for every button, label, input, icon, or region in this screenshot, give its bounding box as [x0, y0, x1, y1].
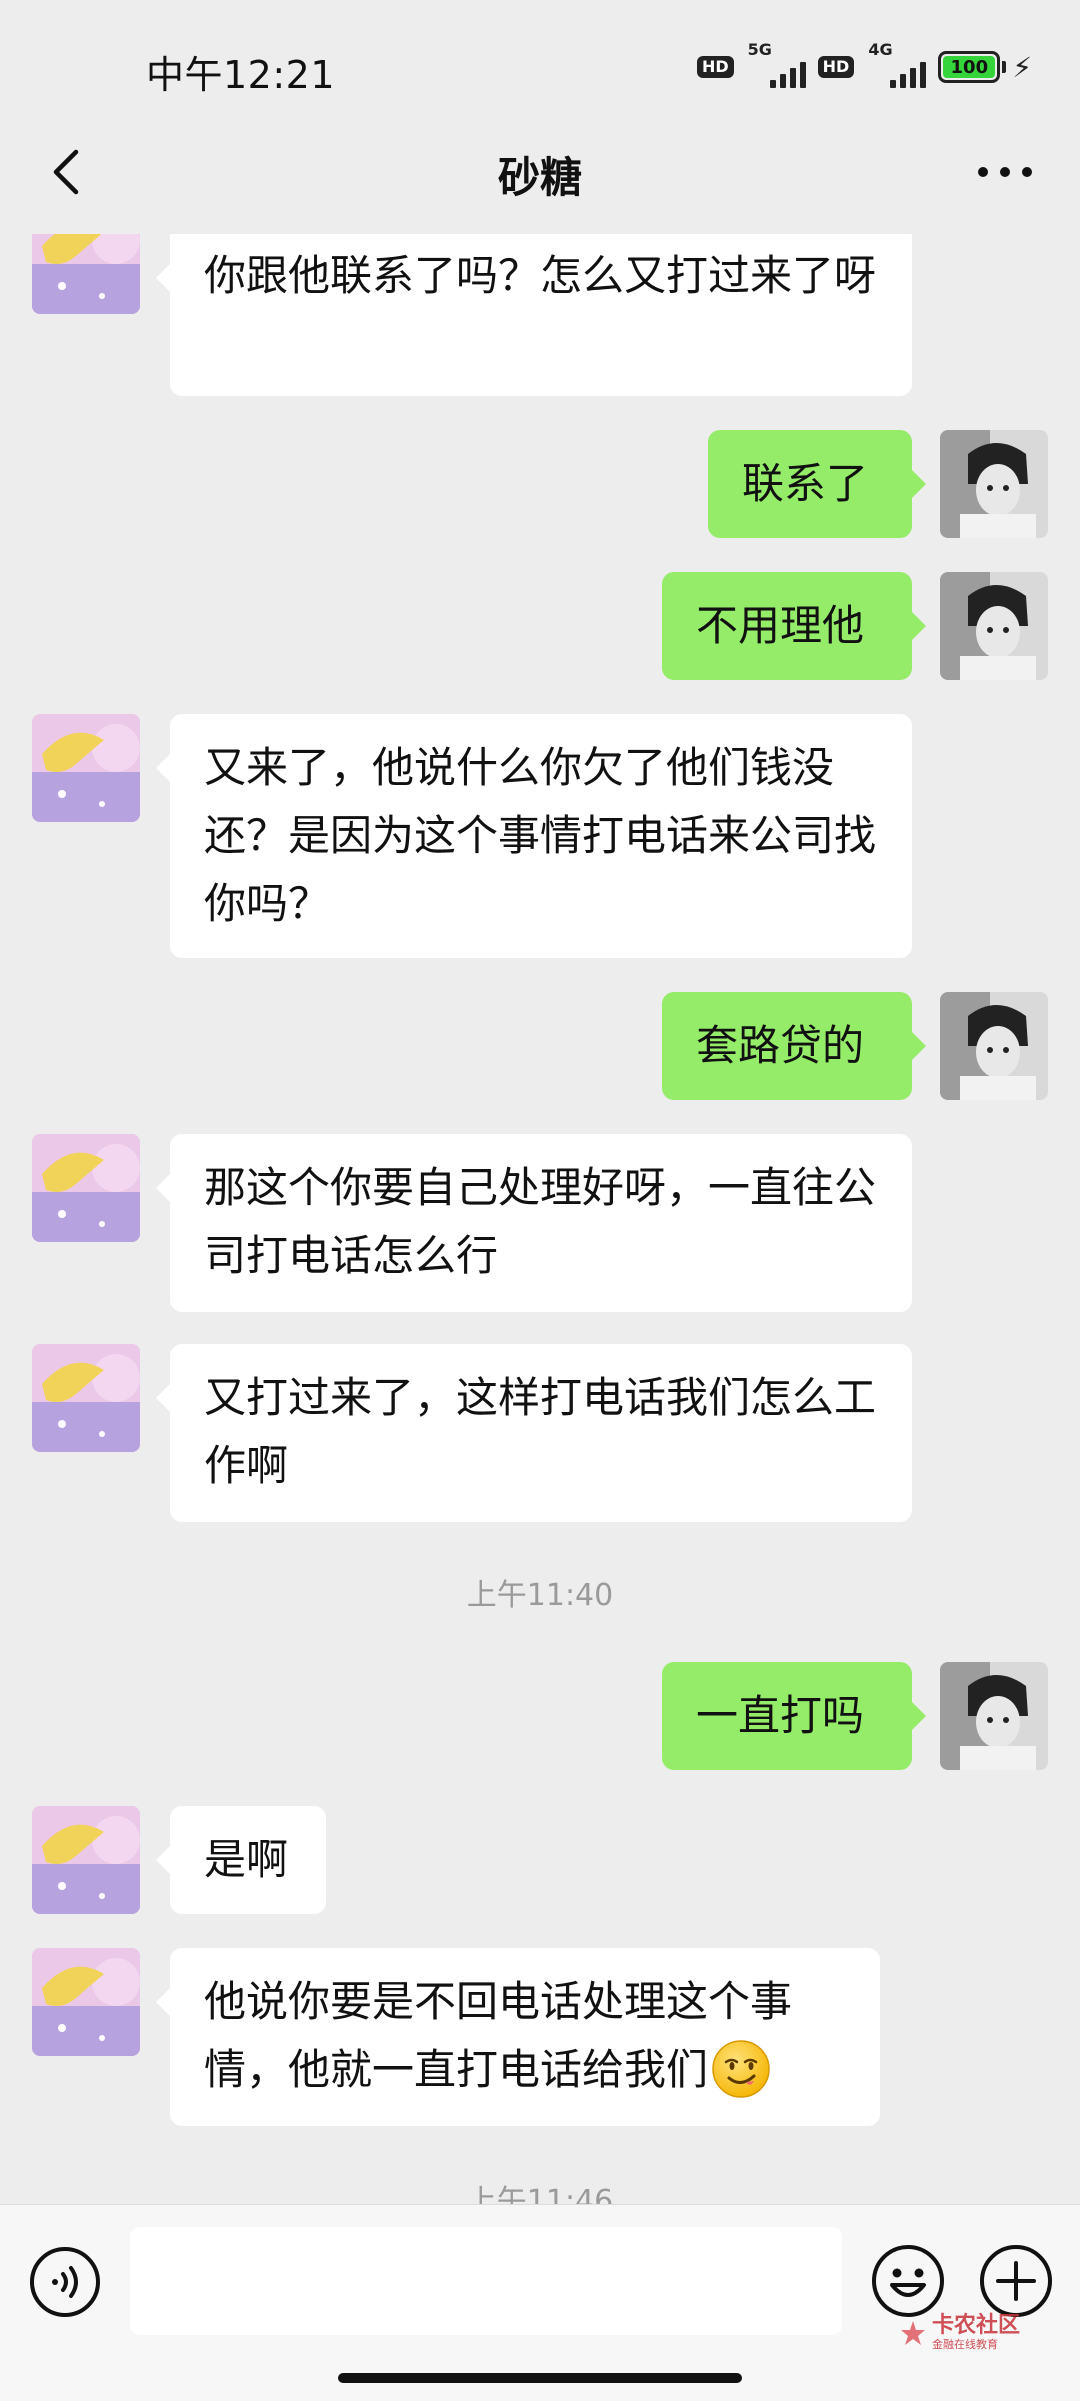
message-text: 套路贷的 — [696, 1021, 865, 1070]
network-5g-label: 5G — [747, 40, 772, 59]
message-bubble-contact[interactable]: 又来了，他说什么你欠了他们钱没还？是因为这个事情打电话来公司找你吗？ — [156, 714, 912, 958]
chat-header: 砂糖 — [0, 110, 1080, 234]
contact-avatar[interactable] — [32, 234, 140, 314]
message-text: 一直打吗 — [696, 1691, 865, 1740]
status-icons: HD 5G HD 4G 100 ⚡ — [696, 40, 1032, 88]
contact-avatar[interactable] — [32, 714, 140, 822]
contact-avatar[interactable] — [32, 1948, 140, 2056]
watermark-logo-icon — [901, 2320, 925, 2345]
message-input[interactable] — [130, 2227, 842, 2335]
message-text: 不用理他 — [696, 601, 865, 650]
emoji-button[interactable] — [870, 2243, 946, 2319]
more-options-button[interactable] — [960, 132, 1050, 212]
voice-icon — [30, 2247, 100, 2317]
signal-5g-icon: 5G — [746, 40, 806, 88]
message-text: 那这个你要自己处理好呀，一直往公司打电话怎么行 — [204, 1163, 877, 1280]
smirk-emoji-icon — [712, 2039, 770, 2098]
message-bubble-contact[interactable]: 那这个你要自己处理好呀，一直往公司打电话怎么行 — [156, 1134, 912, 1312]
message-bubble-contact[interactable]: 又打过来了，这样打电话我们怎么工作啊 — [156, 1344, 912, 1522]
message-timestamp: 上午11:40 — [466, 1578, 614, 1613]
message-text: 又来了，他说什么你欠了他们钱没还？是因为这个事情打电话来公司找你吗？ — [204, 743, 877, 928]
watermark-title: 卡农社区 — [932, 2313, 1021, 2338]
message-timestamp: 上午11:46 — [466, 2184, 614, 2204]
home-indicator[interactable] — [338, 2373, 742, 2383]
chat-title: 砂糖 — [497, 153, 582, 202]
signal-4g-icon: 4G — [866, 40, 927, 88]
battery-level: 100 — [943, 56, 996, 78]
my-avatar[interactable] — [940, 430, 1048, 538]
message-text: 是啊 — [204, 1835, 289, 1884]
charging-icon: ⚡ — [1012, 50, 1032, 84]
contact-avatar[interactable] — [32, 1806, 140, 1914]
message-bubble-contact[interactable]: 是啊 — [156, 1806, 326, 1914]
status-time: 中午12:21 — [146, 53, 336, 97]
contact-avatar[interactable] — [32, 1344, 140, 1452]
chat-input-bar: 卡农社区 金融在线教育 — [0, 2204, 1080, 2401]
message-text: 联系了 — [742, 459, 869, 508]
chat-message-list[interactable]: 你跟他联系了吗？怎么又打过来了呀 联系了 不用理他 又来了，他说什么你欠了他们钱… — [0, 234, 1080, 2204]
message-bubble-me[interactable]: 联系了 — [708, 430, 926, 538]
message-bubble-contact[interactable]: 你跟他联系了吗？怎么又打过来了呀 — [156, 234, 912, 396]
my-avatar[interactable] — [940, 572, 1048, 680]
message-text: 又打过来了，这样打电话我们怎么工作啊 — [204, 1373, 877, 1490]
message-bubble-me[interactable]: 套路贷的 — [662, 992, 926, 1100]
contact-avatar[interactable] — [32, 1134, 140, 1242]
message-text: 你跟他联系了吗？怎么又打过来了呀 — [204, 251, 877, 300]
more-actions-button[interactable] — [978, 2243, 1054, 2319]
more-dots-icon — [978, 167, 1032, 177]
message-bubble-contact[interactable]: 他说你要是不回电话处理这个事情，他就一直打电话给我们 — [156, 1948, 880, 2126]
message-text: 他说你要是不回电话处理这个事情，他就一直打电话给我们 — [204, 1977, 793, 2094]
my-avatar[interactable] — [940, 1662, 1048, 1770]
smiley-face-icon — [872, 2245, 944, 2317]
network-4g-label: 4G — [868, 40, 893, 59]
battery-icon: 100 ⚡ — [938, 51, 1032, 84]
message-bubble-me[interactable]: 一直打吗 — [662, 1662, 926, 1770]
watermark: 卡农社区 金融在线教育 — [898, 2315, 1020, 2350]
my-avatar[interactable] — [940, 992, 1048, 1100]
message-bubble-me[interactable]: 不用理他 — [662, 572, 926, 680]
hd-badge-2: HD — [817, 56, 855, 78]
voice-input-button[interactable] — [28, 2245, 102, 2319]
watermark-subtitle: 金融在线教育 — [932, 2338, 998, 2351]
plus-icon — [980, 2245, 1052, 2317]
hd-badge: HD — [696, 56, 734, 78]
